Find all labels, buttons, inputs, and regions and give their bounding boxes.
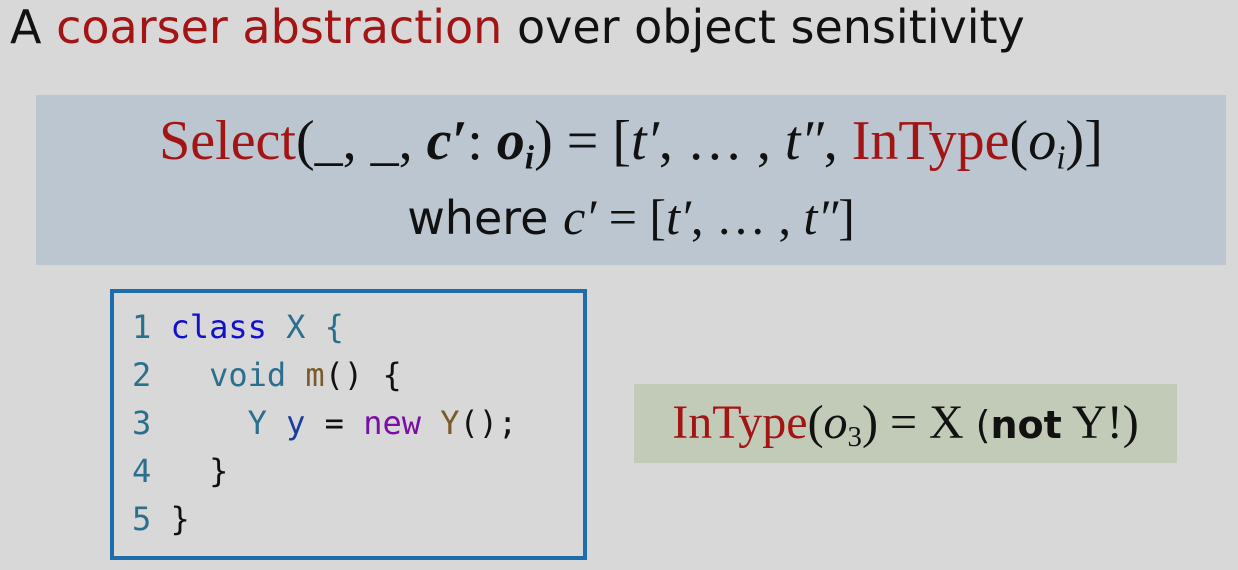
title-prefix: A [10, 0, 57, 54]
keyword-class: class [170, 308, 267, 346]
intype-equation: InType(o3) = X (not Y!) [672, 396, 1139, 454]
equals-list-open: ) = [ [534, 110, 632, 172]
code-line-3: 3 Y y = new Y(); [132, 404, 518, 442]
colon: : [467, 110, 497, 172]
select-function: Select [159, 110, 296, 172]
line-number: 1 [132, 308, 152, 346]
object-o: o [496, 110, 525, 172]
formula-close: )] [1065, 110, 1103, 172]
intype-arg-o: o [1028, 110, 1057, 172]
object-subscript-i: i [524, 139, 535, 177]
code-line-2: 2 void m() { [132, 356, 402, 394]
line-number: 4 [132, 452, 152, 490]
variable-y: y [286, 404, 306, 442]
type-y: Y [247, 404, 267, 442]
where-t-double-prime: t″ [803, 189, 839, 245]
where-equals: = [ [596, 189, 667, 245]
equals-x: ) = X [861, 396, 976, 449]
where-c-prime: c′ [563, 189, 597, 245]
code-line-4: 4 } [132, 452, 229, 490]
intype-function: InType [672, 396, 808, 449]
select-args-open: (_, _, [295, 110, 427, 172]
keyword-void: void [209, 356, 287, 394]
slide-title: A coarser abstraction over object sensit… [10, 0, 1025, 54]
line-number: 5 [132, 500, 152, 538]
keyword-new: new [363, 404, 421, 442]
intype-note-box: InType(o3) = X (not Y!) [634, 384, 1177, 463]
ellipsis: , … , [658, 110, 785, 172]
method-name-m: m [305, 356, 325, 394]
intype-arg-subscript: i [1056, 139, 1066, 177]
remark-rest: Y!) [1061, 396, 1139, 449]
not-emphasis: not [990, 403, 1062, 447]
line-number: 3 [132, 404, 152, 442]
code-line-1: 1 class X { [132, 303, 344, 351]
where-close: ] [838, 189, 855, 245]
intype-function: InType [851, 110, 1010, 172]
type-t-prime: t′ [631, 110, 659, 172]
object-o3: o [823, 396, 848, 449]
constructor-y: Y [440, 404, 460, 442]
remark: (not [975, 403, 1062, 447]
line-number: 2 [132, 356, 152, 394]
object-subscript-3: 3 [847, 421, 862, 454]
select-formula: Select(_, _, c′: oi) = [t′, … , t″, InTy… [36, 109, 1226, 177]
code-snippet: 1 class X { 2 void m() { 3 Y y = new Y()… [110, 289, 587, 560]
type-t-double-prime: t″ [784, 110, 824, 172]
where-ellipsis: , … , [690, 189, 804, 245]
context-c-prime: c′ [426, 110, 468, 172]
where-clause: where c′ = [t′, … , t″] [36, 187, 1226, 248]
title-accent: coarser abstraction [56, 0, 503, 54]
code-line-5: 5 } [132, 500, 190, 538]
formula-box: Select(_, _, c′: oi) = [t′, … , t″, InTy… [36, 95, 1226, 265]
intype-paren-open: ( [1009, 110, 1029, 172]
where-keyword: where [407, 191, 564, 245]
list-comma: , [823, 110, 852, 172]
where-t-prime: t′ [666, 189, 691, 245]
title-suffix: over object sensitivity [502, 0, 1025, 54]
class-name-x: X { [266, 308, 344, 346]
